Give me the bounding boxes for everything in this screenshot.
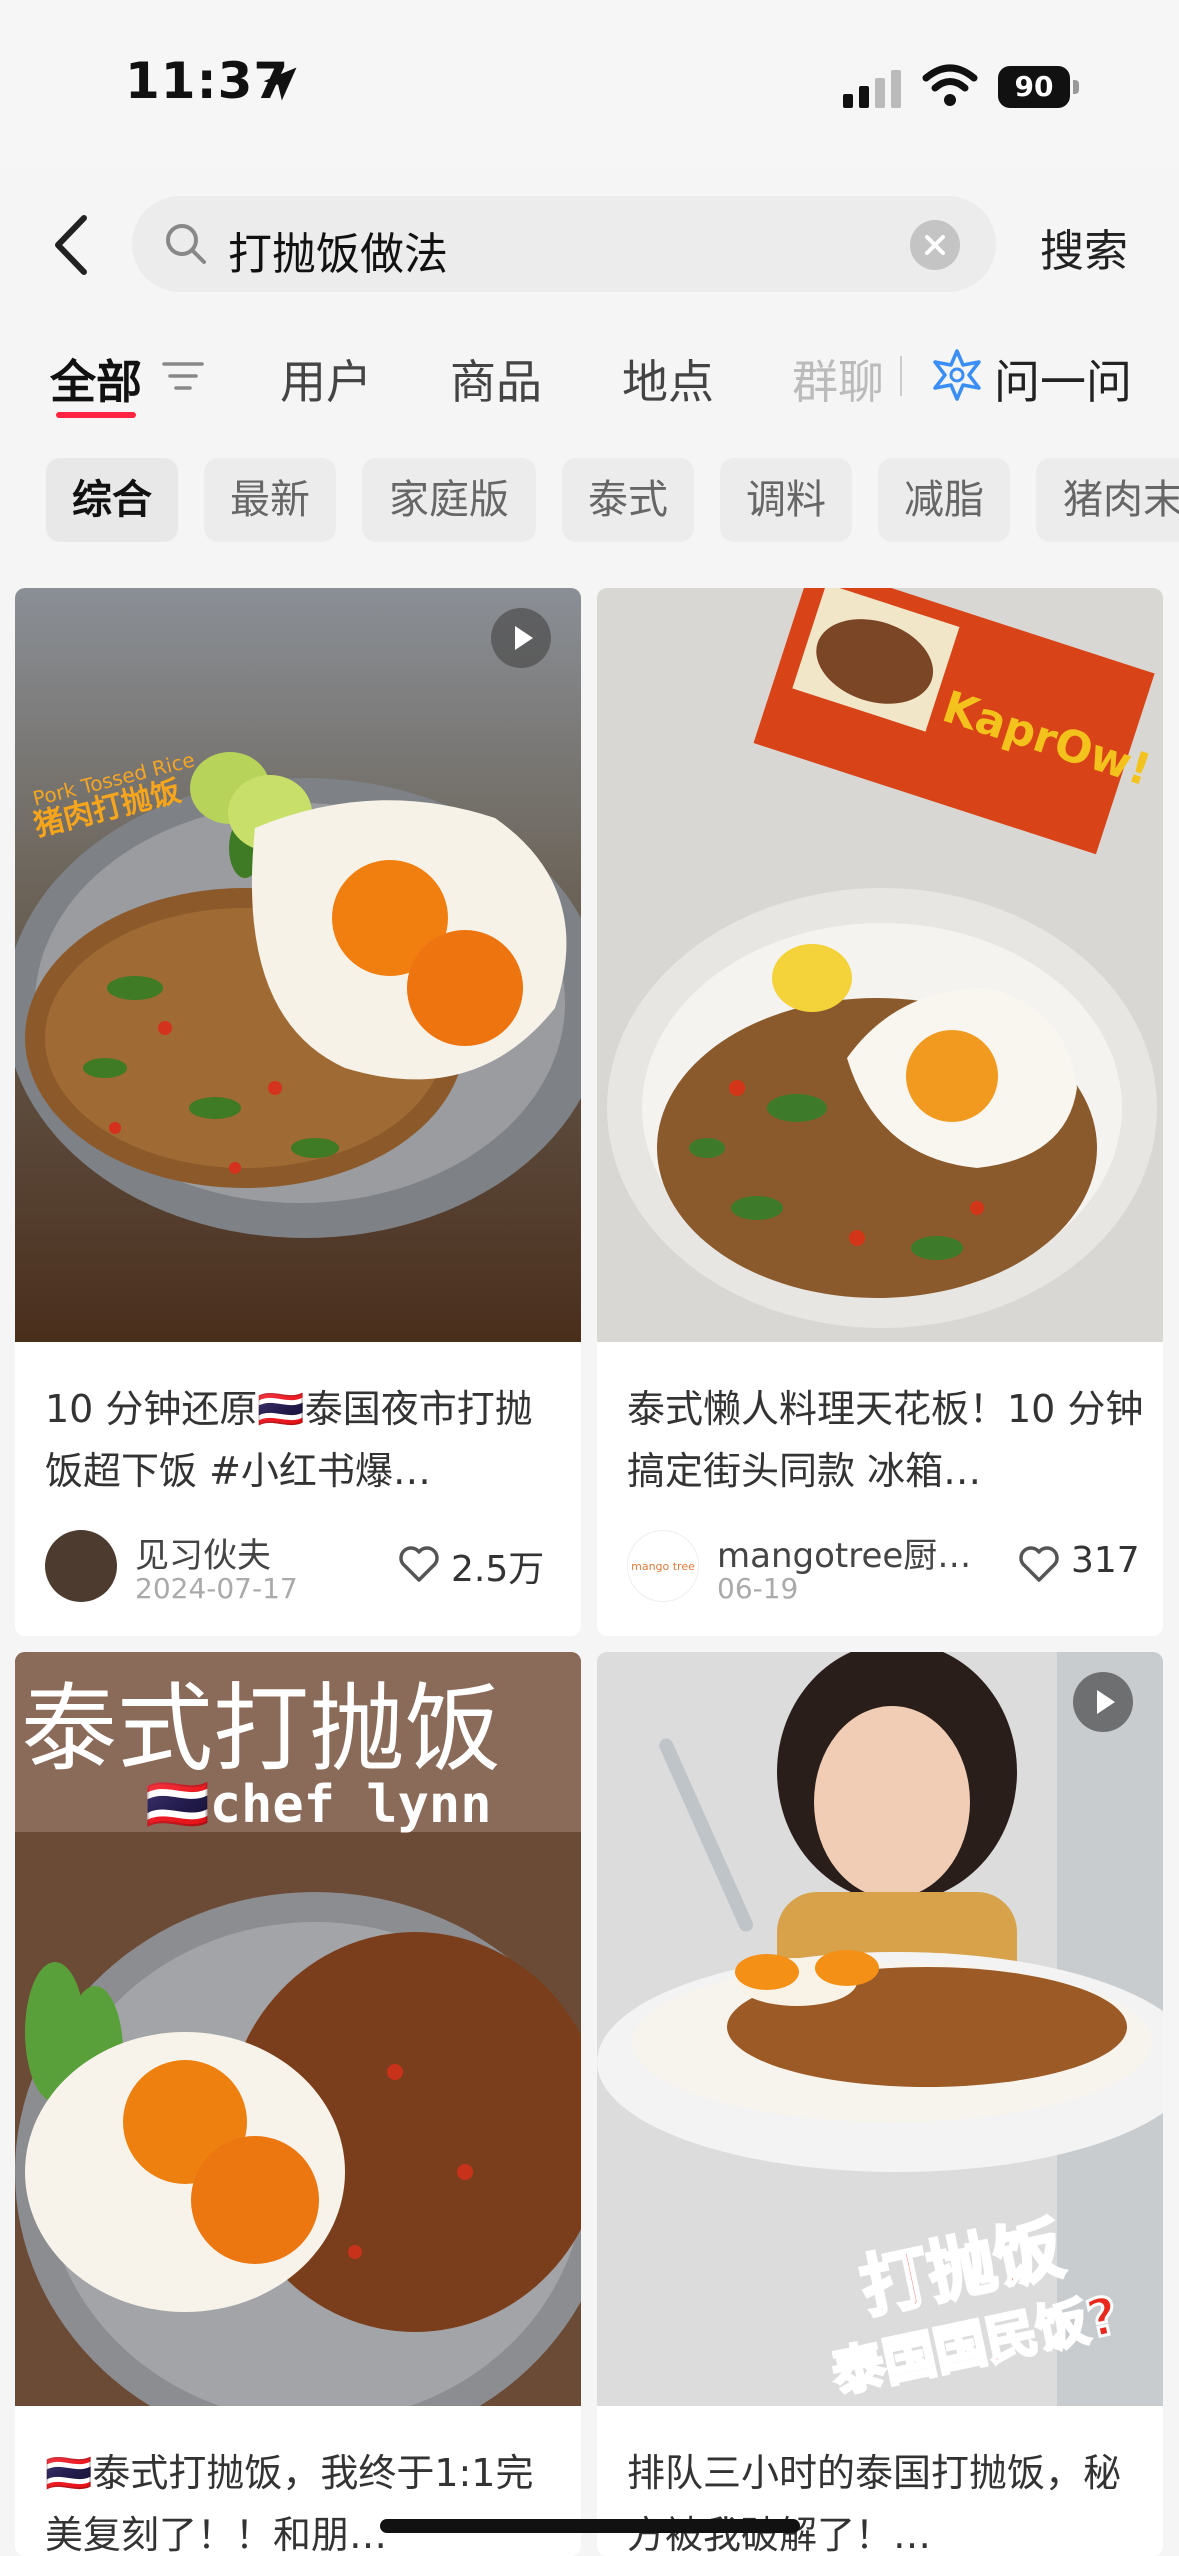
back-arrow-icon[interactable] [44, 210, 104, 280]
note-card[interactable]: Pork Tossed Rice 猪肉打抛饭 10 分钟还原🇹🇭泰国夜市打抛饭超… [15, 588, 581, 1636]
note-title: 🇹🇭泰式打抛饭，我终于1:1完美复刻了！！和朋… [45, 2451, 534, 2556]
like-count: 317 [1071, 1540, 1140, 1581]
note-title: 排队三小时的泰国打抛饭，秘方被我破解了！… [627, 2451, 1122, 2556]
heart-icon[interactable] [397, 1544, 441, 1584]
note-card[interactable]: 打抛饭 泰国国民饭? 排队三小时的泰国打抛饭，秘方被我破解了！… [597, 1652, 1163, 2556]
heart-icon[interactable] [1017, 1544, 1061, 1584]
tab-groups[interactable]: 群聊 [792, 346, 884, 412]
avatar[interactable] [45, 1530, 117, 1602]
tab-places[interactable]: 地点 [622, 346, 714, 412]
cover-title-text: 泰式打抛饭 [21, 1673, 501, 1785]
note-card[interactable]: 泰式打抛饭 🇹🇭chef lynn 🇹🇭泰式打抛饭，我终于1:1完美复刻了！！和… [15, 1652, 581, 2556]
cover-subtitle-text: 🇹🇭chef lynn [145, 1775, 492, 1835]
note-cover-image: 泰式打抛饭 🇹🇭chef lynn [15, 1652, 581, 2406]
presenter-with-plate-photo: 打抛饭 泰国国民饭? [597, 1652, 1163, 2406]
wifi-icon [922, 64, 978, 106]
play-icon [515, 626, 533, 650]
chip-seasoning[interactable]: 调料 [720, 458, 852, 542]
ask-button-label[interactable]: 问一问 [994, 346, 1132, 412]
kaprow-bowl-photo: KaprOw! [597, 588, 1163, 1342]
basil-pork-rice-photo: Pork Tossed Rice 猪肉打抛饭 [15, 588, 581, 1342]
note-cover-image: 打抛饭 泰国国民饭? [597, 1652, 1163, 2406]
author-name[interactable]: 见习伙夫 [135, 1528, 271, 1577]
note-cover-image: Pork Tossed Rice 猪肉打抛饭 [15, 588, 581, 1342]
post-date: 2024-07-17 [135, 1572, 298, 1605]
chip-low-fat[interactable]: 减脂 [878, 458, 1010, 542]
tab-all[interactable]: 全部 [50, 346, 142, 412]
search-button[interactable]: 搜索 [1040, 215, 1128, 279]
home-indicator[interactable] [380, 2519, 800, 2533]
battery-level: 90 [998, 66, 1070, 108]
tab-users[interactable]: 用户 [280, 346, 372, 412]
cellular-signal-icon [843, 70, 901, 108]
location-arrow-icon [263, 67, 297, 101]
chef-lynn-rice-photo: 泰式打抛饭 🇹🇭chef lynn [15, 1652, 581, 2406]
tab-products[interactable]: 商品 [450, 346, 542, 412]
chip-thai[interactable]: 泰式 [562, 458, 694, 542]
play-icon [1097, 1690, 1115, 1714]
close-icon [925, 235, 945, 255]
note-title: 10 分钟还原🇹🇭泰国夜市打抛饭超下饭 #小红书爆… [45, 1387, 533, 1493]
ask-sparkle-icon[interactable] [930, 348, 984, 402]
chip-minced-pork[interactable]: 猪肉末 [1036, 458, 1179, 542]
note-card[interactable]: KaprOw! 泰式懒人料理天花板！10 分钟搞定街头同款 冰箱… mango … [597, 588, 1163, 1636]
avatar[interactable]: mango tree [627, 1530, 699, 1602]
note-cover-image: KaprOw! [597, 588, 1163, 1342]
video-badge [491, 608, 551, 668]
clear-search-button[interactable] [910, 220, 960, 270]
filter-icon[interactable] [162, 358, 204, 394]
search-input[interactable]: 打抛饭做法 [132, 196, 996, 292]
search-icon [166, 224, 206, 264]
status-bar: 11:37 90 [0, 0, 1179, 170]
like-count: 2.5万 [451, 1549, 545, 1590]
note-title: 泰式懒人料理天花板！10 分钟搞定街头同款 冰箱… [627, 1387, 1144, 1493]
post-date: 06-19 [717, 1572, 799, 1605]
battery-indicator: 90 [998, 66, 1080, 108]
active-tab-underline [56, 412, 136, 418]
battery-tip [1073, 80, 1079, 94]
author-name[interactable]: mangotree厨… [717, 1528, 971, 1577]
chip-comprehensive[interactable]: 综合 [46, 458, 178, 542]
video-badge [1073, 1672, 1133, 1732]
tab-divider [900, 356, 902, 396]
search-query: 打抛饭做法 [228, 229, 448, 280]
chip-home-style[interactable]: 家庭版 [362, 458, 536, 542]
chip-latest[interactable]: 最新 [204, 458, 336, 542]
